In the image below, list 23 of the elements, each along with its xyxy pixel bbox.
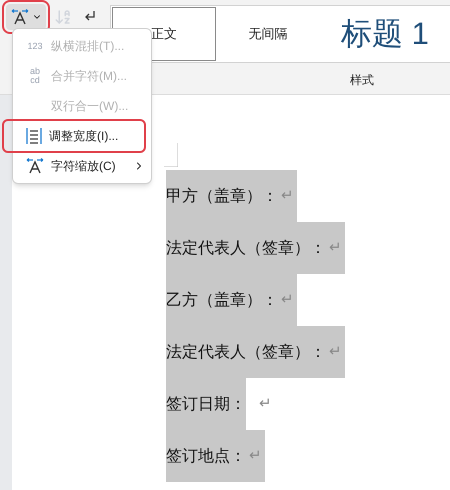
character-icon: 123: [25, 42, 45, 50]
character-icon: ab cd: [25, 67, 45, 85]
document-text: 法定代表人（签章）：: [166, 326, 326, 378]
paragraph-mark: ↵: [278, 274, 297, 326]
paragraph-mark: ↵: [246, 430, 265, 482]
text-scale-button[interactable]: [6, 4, 46, 30]
width-adjust-icon: [25, 127, 43, 145]
paragraph-mark: ↵: [326, 326, 345, 378]
style-item[interactable]: 无间隔: [216, 7, 320, 61]
group-label: 样式: [350, 72, 375, 89]
document-text: 乙方（盖章）：: [166, 274, 278, 326]
text-scale-icon: [10, 8, 30, 26]
text-boundary-mark: [164, 143, 178, 167]
document-text: 签订地点：: [166, 430, 246, 482]
style-item[interactable]: 标题 1: [320, 7, 450, 61]
menu-item[interactable]: 字符缩放(C): [13, 151, 151, 181]
document-text: 签订日期：: [166, 378, 246, 430]
document-text: 甲方（盖章）：: [166, 170, 278, 222]
text-scale-icon: [25, 157, 45, 175]
menu-item[interactable]: 调整宽度(I)...: [4, 121, 144, 151]
document-text: 法定代表人（签章）：: [166, 222, 326, 274]
paragraph-mark: ↵: [326, 222, 345, 274]
paragraph-mark: ↵: [278, 170, 297, 222]
